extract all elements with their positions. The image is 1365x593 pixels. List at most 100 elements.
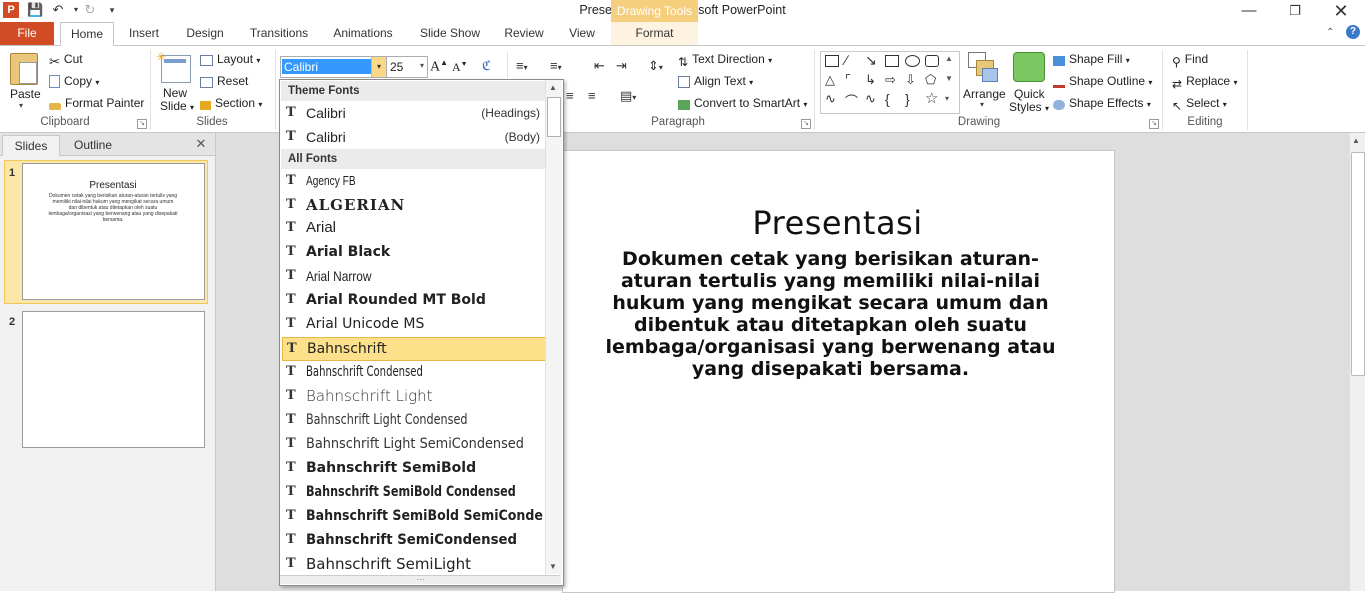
font-dropdown-list[interactable]: Theme Fonts T Calibri (Headings) T Calib…	[279, 79, 564, 586]
quick-styles-label-line2[interactable]: Styles ▾	[1009, 100, 1049, 114]
font-name-dropdown-icon[interactable]: ▾	[371, 57, 386, 77]
tab-slides[interactable]: Slides	[2, 135, 60, 156]
replace-button[interactable]: ⇄ Replace ▾	[1172, 74, 1237, 91]
tab-design[interactable]: Design	[178, 22, 232, 45]
font-item[interactable]: T Arial Rounded MT Bold	[282, 289, 544, 311]
close-icon[interactable]: ✕	[1318, 0, 1364, 22]
font-item[interactable]: T Bahnschrift Condensed	[282, 361, 544, 383]
font-item[interactable]: T Agency FB	[282, 170, 544, 192]
drawing-launcher-icon[interactable]: ↘	[1149, 119, 1159, 129]
scroll-up-icon[interactable]: ▲	[1352, 136, 1360, 145]
font-list-scroll-up-icon[interactable]: ▲	[549, 83, 557, 92]
triangle-shape-icon[interactable]: △	[825, 72, 835, 88]
elbow-connector-shape-icon[interactable]: ⌜	[845, 72, 851, 88]
cut-button[interactable]: ✂ Cut	[49, 52, 83, 69]
shape-effects-button[interactable]: Shape Effects ▾	[1053, 96, 1151, 110]
columns-icon[interactable]: ▤▾	[620, 88, 636, 104]
paste-dropdown-icon[interactable]: ▾	[19, 101, 23, 110]
clipboard-launcher-icon[interactable]: ↘	[137, 119, 147, 129]
font-item-calibri-headings[interactable]: T Calibri (Headings)	[282, 102, 544, 124]
text-box-shape-icon[interactable]	[825, 55, 839, 67]
font-item[interactable]: T Arial Unicode MS	[282, 313, 544, 335]
arrange-dropdown-icon[interactable]: ▾	[980, 100, 984, 109]
tab-insert[interactable]: Insert	[118, 22, 170, 45]
font-item[interactable]: T Arial Narrow	[282, 265, 544, 287]
font-item[interactable]: T Bahnschrift SemiCondensed	[282, 529, 544, 551]
minimize-ribbon-icon[interactable]: ⌃	[1326, 27, 1334, 38]
paragraph-launcher-icon[interactable]: ↘	[801, 119, 811, 129]
shrink-font-icon[interactable]: A▼	[452, 60, 468, 75]
font-item[interactable]: T Bahnschrift SemiBold	[282, 457, 544, 479]
arrow-shape-icon[interactable]: ↘	[865, 52, 877, 69]
shape-outline-button[interactable]: Shape Outline ▾	[1053, 74, 1152, 88]
paste-button[interactable]: Paste	[10, 87, 41, 101]
increase-indent-icon[interactable]: ⇥	[616, 58, 627, 74]
down-arrow-shape-icon[interactable]: ⇩	[905, 72, 916, 88]
minimize-icon[interactable]: —	[1226, 0, 1272, 22]
scrollbar-thumb[interactable]	[1351, 152, 1365, 376]
numbering-icon[interactable]: ≡▾	[550, 58, 562, 73]
tab-transitions[interactable]: Transitions	[241, 22, 317, 45]
line-shape-icon[interactable]: ∕	[845, 52, 847, 68]
arrange-icon[interactable]	[968, 52, 998, 82]
quick-styles-icon[interactable]	[1013, 52, 1045, 82]
convert-smartart-button[interactable]: Convert to SmartArt ▾	[678, 96, 807, 110]
tab-animations[interactable]: Animations	[325, 22, 401, 45]
shape-fill-button[interactable]: Shape Fill ▾	[1053, 52, 1130, 66]
grow-font-icon[interactable]: A▲	[430, 58, 448, 76]
font-size-combobox[interactable]: 25 ▾	[386, 56, 428, 78]
font-name-combobox[interactable]: ▾	[280, 56, 387, 78]
tab-review[interactable]: Review	[497, 22, 551, 45]
shapes-gallery[interactable]: ∕ ↘ △ ⌜ ↳ ⇨ ⇩ ⬠ ∿ ⌒ ∿ { } ☆ ▲ ▼ ▾	[820, 51, 960, 114]
font-item[interactable]: T Bahnschrift Light	[282, 385, 544, 407]
tab-outline[interactable]: Outline	[63, 135, 123, 155]
close-pane-icon[interactable]: ✕	[194, 137, 208, 151]
clear-formatting-icon[interactable]: ℭ	[482, 58, 491, 74]
font-list-scroll-thumb[interactable]	[547, 97, 561, 137]
text-direction-button[interactable]: ⇅ Text Direction ▾	[678, 52, 772, 69]
arrange-button[interactable]: Arrange	[963, 87, 1006, 101]
new-slide-label-line1[interactable]: New	[163, 86, 187, 100]
find-button[interactable]: ⚲ Find	[1172, 52, 1208, 69]
font-item-highlighted[interactable]: T Bahnschrift	[282, 337, 546, 361]
gallery-more-icon[interactable]: ▾	[945, 94, 949, 103]
elbow-arrow-shape-icon[interactable]: ↳	[865, 72, 876, 88]
right-arrow-shape-icon[interactable]: ⇨	[885, 72, 896, 88]
reset-button[interactable]: Reset	[200, 74, 248, 88]
font-item[interactable]: T Arial Black	[282, 241, 544, 263]
font-item-calibri-body[interactable]: T Calibri (Body)	[282, 126, 544, 148]
slide-body-text[interactable]: Dokumen cetak yang berisikan aturan- atu…	[562, 248, 1099, 380]
font-list-scrollbar[interactable]	[545, 80, 562, 574]
format-painter-button[interactable]: Format Painter	[49, 96, 144, 110]
select-button[interactable]: ↖ Select ▾	[1172, 96, 1227, 113]
tab-format[interactable]: Format	[611, 22, 698, 45]
font-item[interactable]: T ALGERIAN	[282, 194, 544, 216]
pentagon-shape-icon[interactable]: ⬠	[925, 72, 936, 88]
decrease-indent-icon[interactable]: ⇤	[594, 58, 605, 74]
font-name-input[interactable]	[282, 59, 372, 74]
bullets-icon[interactable]: ≡▾	[516, 58, 528, 73]
new-slide-label-line2[interactable]: Slide ▾	[160, 99, 194, 113]
tab-view[interactable]: View	[558, 22, 606, 45]
font-item[interactable]: T Bahnschrift SemiBold Condensed	[282, 481, 544, 503]
help-icon[interactable]: ?	[1346, 25, 1360, 39]
oval-shape-icon[interactable]	[905, 55, 920, 67]
restore-icon[interactable]: ❐	[1272, 0, 1318, 22]
font-item[interactable]: T Bahnschrift Light SemiCondensed	[282, 433, 544, 455]
resize-grip-icon[interactable]: ⋯	[280, 575, 561, 584]
rounded-rectangle-shape-icon[interactable]	[925, 55, 939, 67]
new-slide-icon[interactable]: ✳	[156, 50, 191, 83]
paste-icon[interactable]	[10, 53, 38, 85]
font-item[interactable]: T Arial	[282, 217, 544, 239]
tab-slide-show[interactable]: Slide Show	[410, 22, 490, 45]
font-item[interactable]: T Bahnschrift SemiLight	[282, 553, 544, 575]
curve-shape-icon[interactable]: ∿	[825, 91, 836, 107]
gallery-scroll-up-icon[interactable]: ▲	[945, 54, 953, 63]
right-brace-shape-icon[interactable]: }	[905, 91, 910, 107]
font-item[interactable]: T Bahnschrift SemiBold SemiConden	[282, 505, 544, 527]
section-button[interactable]: Section ▾	[200, 96, 262, 110]
copy-button[interactable]: Copy ▾	[49, 74, 99, 88]
arc-shape-icon[interactable]: ⌒	[845, 91, 858, 110]
align-right-icon[interactable]: ≡	[566, 88, 574, 103]
font-item[interactable]: T Bahnschrift Light Condensed	[282, 409, 544, 431]
